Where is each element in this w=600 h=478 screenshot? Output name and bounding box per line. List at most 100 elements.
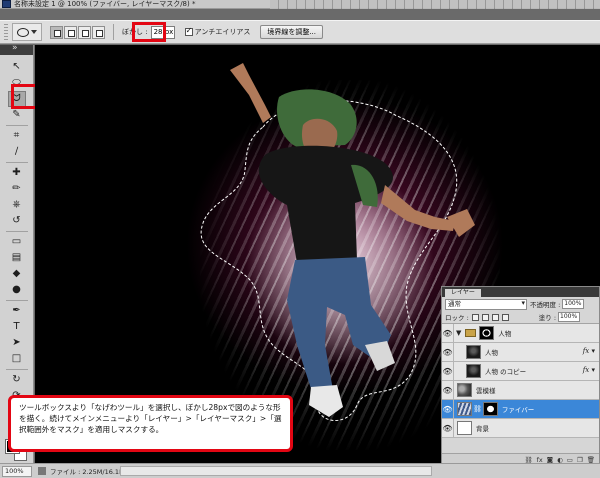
divider [113,24,114,40]
gradient-tool[interactable]: ▤ [8,250,26,266]
status-bar: 100% ファイル : 2.25M/16.1M ▶ [0,463,600,478]
toolbox-divider [5,231,28,232]
subtract-selection-button[interactable] [78,25,91,39]
layer-row[interactable]: 👁 人物 fx ▾ [442,342,599,362]
options-bar: ぼかし : アンチエイリアス 境界線を調整... [0,20,600,44]
new-selection-button[interactable] [50,25,63,39]
instruction-text: ツールボックスより「なげわツール」を選択し、ぼかし28pxで図のような形を描く。… [19,403,282,434]
fill-input[interactable]: 100% [558,312,581,322]
quick-select-tool[interactable]: ✎ [8,107,26,123]
tool-preset-picker[interactable] [12,23,42,41]
path-select-icon: ➤ [12,337,21,348]
layer-mask-thumbnail[interactable] [482,402,498,416]
layer-thumbnail[interactable] [457,402,472,416]
lock-transparency-icon[interactable] [471,313,479,321]
layer-row[interactable]: 👁 背景 [442,418,599,438]
eyedropper-icon: ∕ [14,146,19,157]
shape-icon: □ [11,353,22,364]
layer-thumbnail[interactable] [466,364,481,378]
layer-thumbnail[interactable] [457,421,472,435]
toolbox-divider [5,162,28,163]
dodge-icon: ● [12,284,21,295]
lock-options [471,313,509,321]
gradient-icon: ▤ [11,252,22,263]
eye-icon[interactable]: 👁 [442,380,454,400]
add-to-selection-button[interactable] [64,25,77,39]
fx-icon[interactable]: fx ▾ [583,347,595,355]
title-bar: 名称未設定 1 @ 100% (ファイバー, レイヤーマスク/8) * [0,0,600,9]
layers-panel: レイヤー 通常 不透明度 : 100% ロック : 塗り : 100% 👁 ▼ [441,286,600,466]
eyedropper-tool[interactable]: ∕ [8,144,26,160]
type-icon: T [13,321,20,332]
fill-label: 塗り : [538,314,557,322]
layer-mask-thumbnail[interactable] [479,326,495,340]
healing-tool[interactable]: ✚ [8,165,26,181]
blend-mode-select[interactable]: 通常 [445,298,527,310]
crop-icon: ⌗ [13,130,20,141]
dancer-figure [230,63,475,417]
blur-tool[interactable]: ◆ [8,266,26,282]
quick-select-icon: ✎ [12,109,21,120]
layer-thumbnail[interactable] [466,345,481,359]
history-brush-icon: ↺ [12,215,21,226]
brush-icon: ✏ [12,183,21,194]
brush-tool[interactable]: ✏ [8,181,26,197]
feather-highlight-box [132,22,166,42]
layer-row-active[interactable]: 👁 ⛓ ファイバー [442,399,599,419]
doc-info-icon [38,467,46,475]
lock-pixels-icon[interactable] [481,313,489,321]
antialias-checkbox[interactable] [184,26,193,36]
intersect-selection-button[interactable] [92,25,105,39]
layer-row[interactable]: 👁 雲模様 [442,380,599,400]
tab-layers[interactable]: レイヤー [445,289,481,297]
lock-label: ロック : [445,314,469,322]
clone-tool[interactable]: ⎈ [8,197,26,213]
lasso-highlight-box [11,84,38,109]
layer-name: 雲模様 [476,387,496,395]
zoom-field[interactable]: 100% [2,465,32,477]
antialias-label: アンチエイリアス [194,28,251,36]
opacity-input[interactable]: 100% [562,299,585,309]
layer-thumbnail[interactable] [457,383,472,397]
shape-tool[interactable]: □ [8,351,26,367]
lasso-icon [17,27,29,37]
layer-row[interactable]: 👁 人物 のコピー fx ▾ [442,361,599,381]
disclosure-triangle-icon[interactable]: ▼ [456,329,461,337]
top-ruler [270,0,600,9]
dodge-tool[interactable]: ● [8,282,26,298]
type-tool[interactable]: T [8,319,26,335]
eraser-tool[interactable]: ▭ [8,234,26,250]
photoshop-window: 名称未設定 1 @ 100% (ファイバー, レイヤーマスク/8) * ぼかし … [0,0,600,478]
lock-all-icon[interactable] [501,313,509,321]
history-brush-tool[interactable]: ↺ [8,213,26,229]
eye-icon[interactable]: 👁 [442,418,454,438]
lock-position-icon[interactable] [491,313,499,321]
layer-name: 背景 [476,425,489,433]
lock-row: ロック : 塗り : 100% [442,311,599,324]
eye-icon[interactable]: 👁 [442,399,454,419]
eraser-icon: ▭ [11,236,22,247]
layer-name: 人物 [485,349,498,357]
photoshop-app-icon [2,0,11,8]
selection-mode-group [50,25,105,39]
file-size-info: ファイル : 2.25M/16.1M [50,468,125,476]
instruction-callout: ツールボックスより「なげわツール」を選択し、ぼかし28pxで図のような形を描く。… [8,395,293,452]
blur-icon: ◆ [12,268,21,279]
toolbox-divider [5,369,28,370]
refine-edge-button[interactable]: 境界線を調整... [260,25,324,39]
link-icon: ⛓ [473,405,482,413]
move-tool[interactable]: ↖ [8,59,26,75]
move-icon: ↖ [12,61,21,72]
options-bar-grip[interactable] [4,24,8,40]
eye-icon[interactable]: 👁 [442,361,454,381]
toolbox-header[interactable] [0,43,33,55]
crop-tool[interactable]: ⌗ [8,128,26,144]
eye-icon[interactable]: 👁 [442,342,454,362]
horizontal-scrollbar[interactable] [120,466,432,476]
fx-icon[interactable]: fx ▾ [583,366,595,374]
3d-rotate-tool[interactable]: ↻ [8,372,26,388]
pen-tool[interactable]: ✒ [8,303,26,319]
eye-icon[interactable]: 👁 [442,323,454,343]
path-select-tool[interactable]: ➤ [8,335,26,351]
layer-row-group[interactable]: 👁 ▼ 人物 [442,323,599,343]
